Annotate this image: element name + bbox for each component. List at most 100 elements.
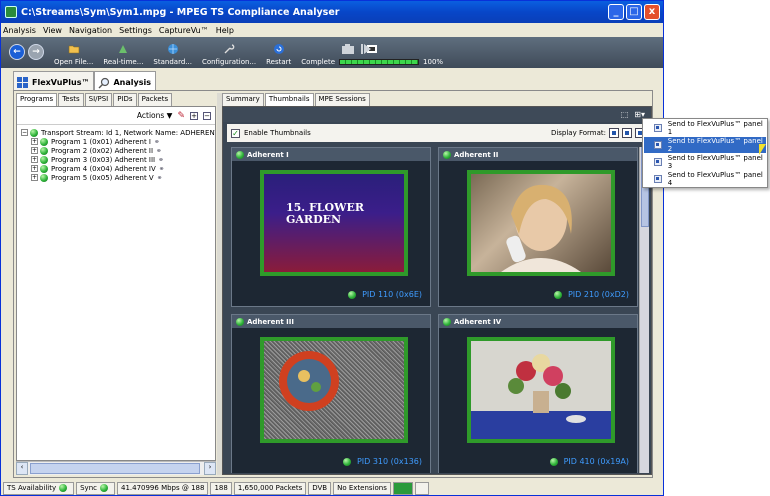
real-time-label: Real-time... [103, 58, 144, 66]
expand-icon[interactable]: + [31, 156, 38, 163]
flower-image [471, 354, 611, 439]
thumbnail-card[interactable]: Adherent II PID 210 (0xD2) [438, 147, 638, 307]
tree-item-program-4[interactable]: + Program 4 (0x04) Adherent IV ⚭ [17, 164, 215, 173]
tree-item-program-5[interactable]: + Program 5 (0x05) Adherent V ⚭ [17, 173, 215, 182]
progress-fill [340, 60, 419, 64]
tab-summary[interactable]: Summary [222, 93, 264, 106]
tree-root-label: Transport Stream: Id 1, Network Name: AD… [41, 128, 215, 137]
menu-capturevu[interactable]: CaptureVu™ [159, 26, 209, 35]
thumbnail-card[interactable]: Adherent IV PID 410 (0x19A) [438, 314, 638, 473]
wrench-icon [224, 44, 235, 54]
pid-label: PID 110 (0x6E) [362, 290, 422, 299]
enable-thumbnails-checkbox[interactable]: ✓ [231, 128, 240, 138]
format-small-button[interactable] [609, 128, 619, 138]
sync-label: Sync [80, 484, 97, 492]
tab-mpe-sessions[interactable]: MPE Sessions [314, 93, 370, 106]
dvb-status: DVB [308, 481, 332, 495]
realtime-icon [119, 45, 128, 53]
vertical-scrollbar[interactable] [639, 147, 649, 473]
program-label: Program 1 (0x01) Adherent I [51, 137, 151, 146]
tab-packets[interactable]: Packets [137, 93, 173, 106]
scroll-thumb[interactable] [30, 463, 200, 474]
tab-programs[interactable]: Programs [16, 93, 58, 106]
status-ok-icon [342, 457, 351, 466]
service-icon: ⚭ [156, 173, 163, 182]
capture-controls [341, 43, 372, 55]
view-tabs: FlexVuPlus™ Analysis [13, 71, 156, 90]
expand-icon[interactable]: + [31, 165, 38, 172]
menu-navigation[interactable]: Navigation [69, 26, 112, 35]
collapse-icon[interactable]: − [21, 129, 28, 136]
collapse-all-icon[interactable]: − [203, 111, 211, 120]
menu-analysis[interactable]: Analysis [3, 26, 36, 35]
tab-si-psi[interactable]: SI/PSI [84, 93, 113, 106]
program-label: Program 5 (0x05) Adherent V [51, 173, 154, 182]
minimize-button[interactable]: _ [608, 4, 624, 20]
video-frame: 15. FLOWER GARDEN [260, 170, 408, 276]
tree-item-program-2[interactable]: + Program 2 (0x02) Adherent II ⚭ [17, 146, 215, 155]
tree-item-program-3[interactable]: + Program 3 (0x03) Adherent III ⚭ [17, 155, 215, 164]
panels-icon[interactable] [392, 481, 413, 495]
camera-small-icon[interactable] [414, 481, 429, 495]
real-time-button[interactable]: Real-time... [103, 43, 143, 66]
ts-availability-status: TS Availability [3, 481, 75, 495]
tab-tests[interactable]: Tests [58, 93, 84, 106]
open-file-button[interactable]: Open File... [54, 43, 93, 66]
status-ok-icon [99, 484, 108, 492]
tree-root[interactable]: − Transport Stream: Id 1, Network Name: … [17, 128, 215, 137]
standard-button[interactable]: Standard... [153, 43, 192, 66]
close-button[interactable]: x [644, 4, 660, 20]
menu-item-send-panel-2[interactable]: Send to FlexVuPlus™ panel 2 [644, 137, 766, 153]
play-icon[interactable] [360, 43, 372, 55]
tab-flexvuplus[interactable]: FlexVuPlus™ [13, 71, 95, 90]
status-ok-icon [40, 173, 48, 182]
back-arrow-icon[interactable]: ← [9, 44, 25, 60]
thumbnails-toolbar: ⬚ ⊞▾ [223, 107, 651, 122]
tab-analysis[interactable]: Analysis [94, 71, 156, 90]
status-ok-icon [549, 457, 558, 466]
thumbnail-card[interactable]: Adherent III PID 310 (0x136) [231, 314, 431, 473]
expand-icon[interactable]: + [31, 138, 38, 145]
menu-item-send-panel-4[interactable]: Send to FlexVuPlus™ panel 4 [644, 171, 766, 187]
menu-item-send-panel-1[interactable]: Send to FlexVuPlus™ panel 1 [644, 120, 766, 136]
thumbnail-card[interactable]: Adherent I 15. FLOWER GARDEN PID 110 (0x… [231, 147, 431, 307]
menu-bar: Analysis View Navigation Settings Captur… [1, 23, 663, 37]
program-label: Program 3 (0x03) Adherent III [51, 155, 156, 164]
float-icon[interactable]: ⬚ [621, 110, 629, 119]
maximize-button[interactable]: □ [626, 4, 642, 20]
menu-view[interactable]: View [43, 26, 62, 35]
search-icon[interactable]: ✎ [177, 111, 185, 121]
enable-thumbnails-label: Enable Thumbnails [244, 129, 311, 137]
status-ok-icon [30, 128, 38, 137]
status-ok-icon [443, 317, 451, 326]
tab-thumbnails[interactable]: Thumbnails [264, 93, 314, 106]
left-tabs: Programs Tests SI/PSI PIDs Packets [16, 93, 216, 106]
expand-all-icon[interactable]: + [190, 111, 198, 120]
portrait-image [501, 184, 581, 272]
service-icon: ⚭ [158, 164, 165, 173]
restart-button[interactable]: Restart [266, 43, 291, 66]
scroll-right-icon[interactable]: › [204, 462, 216, 475]
horizontal-scrollbar[interactable]: ‹ › [16, 461, 216, 475]
configuration-button[interactable]: Configuration... [202, 43, 256, 66]
tab-pids[interactable]: PIDs [113, 93, 137, 106]
status-ok-icon [40, 155, 48, 164]
ts-availability-label: TS Availability [7, 484, 57, 492]
menu-settings[interactable]: Settings [119, 26, 152, 35]
menu-help[interactable]: Help [216, 26, 234, 35]
service-icon: ⚭ [158, 155, 164, 164]
menu-item-send-panel-3[interactable]: Send to FlexVuPlus™ panel 3 [644, 154, 766, 170]
camera-icon[interactable] [341, 43, 357, 55]
panel-4-icon [654, 175, 662, 183]
tree-item-program-1[interactable]: + Program 1 (0x01) Adherent I ⚭ [17, 137, 215, 146]
expand-icon[interactable]: + [31, 147, 38, 154]
scroll-left-icon[interactable]: ‹ [16, 462, 28, 475]
programs-panel: Actions ▼ ✎ + − − Transport Stream: Id 1… [16, 106, 216, 461]
tab-analysis-label: Analysis [113, 78, 151, 87]
progress-bar [339, 59, 420, 65]
format-medium-button[interactable] [622, 128, 632, 138]
expand-icon[interactable]: + [31, 174, 38, 181]
sync-status: Sync [76, 481, 115, 495]
forward-arrow-icon[interactable]: → [28, 44, 44, 60]
actions-menu[interactable]: Actions ▼ [137, 111, 173, 120]
